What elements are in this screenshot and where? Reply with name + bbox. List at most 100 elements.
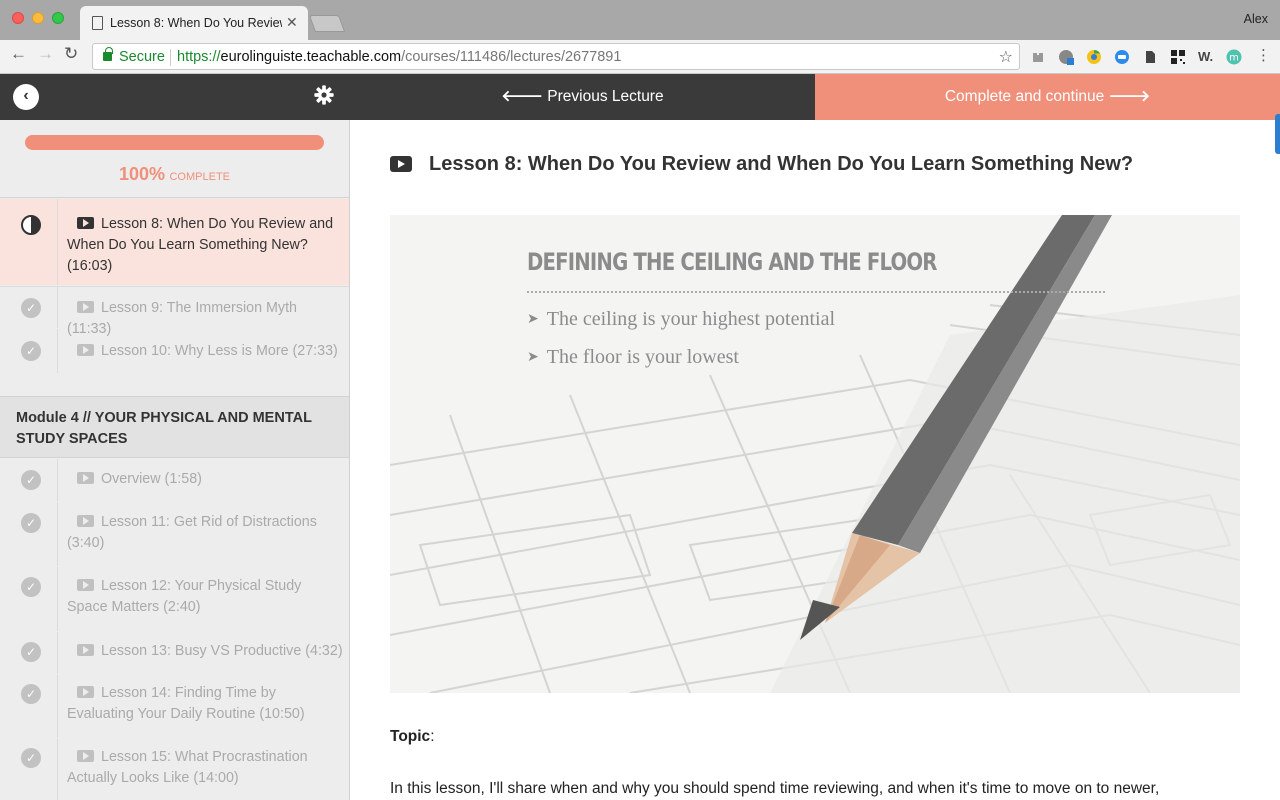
svg-text:m: m — [1229, 53, 1239, 64]
side-feedback-tab[interactable] — [1275, 114, 1280, 154]
lesson-title-text: Lesson 14: Finding Time by Evaluating Yo… — [67, 685, 305, 722]
gear-icon[interactable] — [313, 84, 335, 106]
check-icon: ✓ — [21, 298, 41, 318]
lesson-status: ✓ — [0, 287, 58, 328]
lesson-title-text: Lesson 12: Your Physical Study Space Mat… — [67, 578, 302, 615]
slide-bullet: ➤ The ceiling is your highest potential — [527, 308, 835, 331]
sidebar-lesson-item[interactable]: ✓ Lesson 12: Your Physical Study Space M… — [0, 567, 349, 631]
check-icon: ✓ — [21, 642, 41, 662]
complete-and-continue-button[interactable]: Complete and continue 🡒 — [815, 74, 1280, 120]
forward-arrow-icon[interactable]: → — [37, 44, 54, 64]
lesson-status: ✓ — [0, 739, 58, 800]
profile-name[interactable]: Alex — [1244, 12, 1268, 26]
close-window-button[interactable] — [12, 12, 24, 24]
url-text[interactable]: https://eurolinguiste.teachable.com/cour… — [177, 49, 621, 65]
reload-icon[interactable]: ↻ — [64, 44, 78, 64]
complete-and-continue-label: Complete and continue — [944, 88, 1105, 105]
sidebar-lesson-item[interactable]: Lesson 8: When Do You Review and When Do… — [0, 199, 349, 285]
extension-grammarly-icon[interactable] — [1058, 49, 1074, 65]
video-icon — [77, 644, 94, 656]
progress-percent: 100% COMPLETE — [0, 164, 349, 185]
module-heading[interactable]: Module 4 // YOUR PHYSICAL AND MENTAL STU… — [0, 396, 349, 458]
course-sidebar: 100% COMPLETE Lesson 8: When Do You Revi… — [0, 120, 350, 800]
lesson-status: ✓ — [0, 459, 58, 501]
sidebar-lesson-item[interactable]: ✓ Lesson 11: Get Rid of Distractions (3:… — [0, 502, 349, 566]
arrow-left-icon: 🡐 — [501, 88, 543, 105]
slide-divider — [527, 291, 1105, 293]
previous-lecture-button[interactable]: 🡐 Previous Lecture — [350, 74, 815, 120]
lesson-description: In this lesson, I'll share when and why … — [390, 780, 1160, 797]
lesson-status: ✓ — [0, 567, 58, 631]
lesson-status: ✓ — [0, 632, 58, 674]
chrome-menu-icon[interactable]: ⋮ — [1256, 46, 1272, 64]
page-icon — [92, 16, 103, 30]
extension-evernote-icon[interactable] — [1142, 49, 1158, 65]
in-progress-icon — [21, 215, 41, 235]
lesson-status: ✓ — [0, 675, 58, 738]
arrow-bullet-icon: ➤ — [527, 311, 539, 327]
check-icon: ✓ — [21, 470, 41, 490]
lesson-status — [0, 199, 58, 285]
url-path: /courses/111486/lectures/2677891 — [401, 49, 622, 65]
extension-chat-icon[interactable] — [1114, 49, 1130, 65]
progress-percent-value: 100% — [118, 164, 166, 184]
video-icon — [77, 579, 94, 591]
video-icon — [77, 301, 94, 313]
new-tab-button[interactable] — [308, 15, 346, 32]
course-progress: 100% COMPLETE — [0, 120, 349, 198]
check-icon: ✓ — [21, 513, 41, 533]
check-icon: ✓ — [21, 577, 41, 597]
slide-bullet-text: The floor is your lowest — [546, 346, 739, 368]
lecture-title: Lesson 8: When Do You Review and When Do… — [429, 153, 1134, 175]
progress-bar — [25, 135, 324, 150]
sidebar-lesson-item[interactable]: ✓ Lesson 13: Busy VS Productive (4:32) — [0, 632, 349, 674]
video-icon — [77, 217, 94, 229]
tab-title: Lesson 8: When Do You Review and When Do… — [110, 16, 282, 30]
address-bar[interactable]: Secure https://eurolinguiste.teachable.c… — [92, 43, 1020, 70]
lesson-title-text: Overview (1:58) — [101, 471, 202, 487]
lesson-title-text: Lesson 8: When Do You Review and When Do… — [67, 216, 334, 274]
lesson-title: Overview (1:58) — [67, 469, 345, 490]
arrow-bullet-icon: ➤ — [527, 349, 539, 365]
browser-tab-active[interactable]: Lesson 8: When Do You Review and When Do… — [80, 6, 308, 40]
check-icon: ✓ — [21, 341, 41, 361]
slide-heading: DEFINING THE CEILING AND THE FLOOR — [527, 248, 937, 276]
arrow-right-icon: 🡒 — [1108, 88, 1151, 105]
back-to-course-icon[interactable]: ‹ — [13, 84, 39, 110]
extension-w-icon[interactable]: W. — [1198, 49, 1214, 65]
video-icon — [77, 750, 94, 762]
lesson-title-text: Lesson 10: Why Less is More (27:33) — [101, 343, 338, 359]
url-scheme: https:// — [177, 49, 221, 65]
lesson-title: Lesson 11: Get Rid of Distractions (3:40… — [67, 512, 345, 554]
check-icon: ✓ — [21, 748, 41, 768]
extension-m-icon[interactable]: m — [1226, 49, 1242, 65]
lesson-title: Lesson 10: Why Less is More (27:33) — [67, 341, 345, 362]
extension-chrome-icon[interactable] — [1086, 49, 1102, 65]
slide-bullet-text: The ceiling is your highest potential — [546, 308, 836, 330]
maximize-window-button[interactable] — [52, 12, 64, 24]
check-icon: ✓ — [21, 684, 41, 704]
secure-label: Secure — [119, 49, 165, 65]
lesson-title: Lesson 13: Busy VS Productive (4:32) — [67, 641, 345, 662]
bookmark-star-icon[interactable]: ☆ — [999, 47, 1013, 67]
extension-qr-icon[interactable] — [1170, 49, 1186, 65]
sidebar-lesson-item[interactable]: ✓ Overview (1:58) — [0, 459, 349, 501]
lesson-status: ✓ — [0, 502, 58, 566]
lesson-title: Lesson 15: What Procrastination Actually… — [67, 747, 345, 789]
lock-icon — [103, 47, 113, 61]
video-icon — [77, 515, 94, 527]
minimize-window-button[interactable] — [32, 12, 44, 24]
video-icon — [77, 686, 94, 698]
sidebar-lesson-item[interactable]: ✓ Lesson 9: The Immersion Myth (11:33) — [0, 286, 349, 337]
back-arrow-icon[interactable]: ← — [10, 44, 27, 64]
sidebar-lesson-item[interactable]: ✓ Lesson 15: What Procrastination Actual… — [0, 739, 349, 800]
lecture-slide-image[interactable]: DEFINING THE CEILING AND THE FLOOR ➤ The … — [390, 215, 1240, 693]
lesson-title-text: Lesson 11: Get Rid of Distractions (3:40… — [67, 514, 317, 551]
sidebar-lesson-item[interactable]: ✓ Lesson 10: Why Less is More (27:33) — [0, 329, 349, 373]
tab-close-icon[interactable]: ✕ — [286, 14, 298, 31]
video-icon — [77, 344, 94, 356]
browser-toolbar: ← → ↻ Secure https://eurolinguiste.teach… — [0, 40, 1280, 74]
sidebar-lesson-item[interactable]: ✓ Lesson 14: Finding Time by Evaluating … — [0, 675, 349, 738]
lesson-status: ✓ — [0, 329, 58, 373]
extension-puzzle-icon[interactable] — [1030, 49, 1046, 65]
